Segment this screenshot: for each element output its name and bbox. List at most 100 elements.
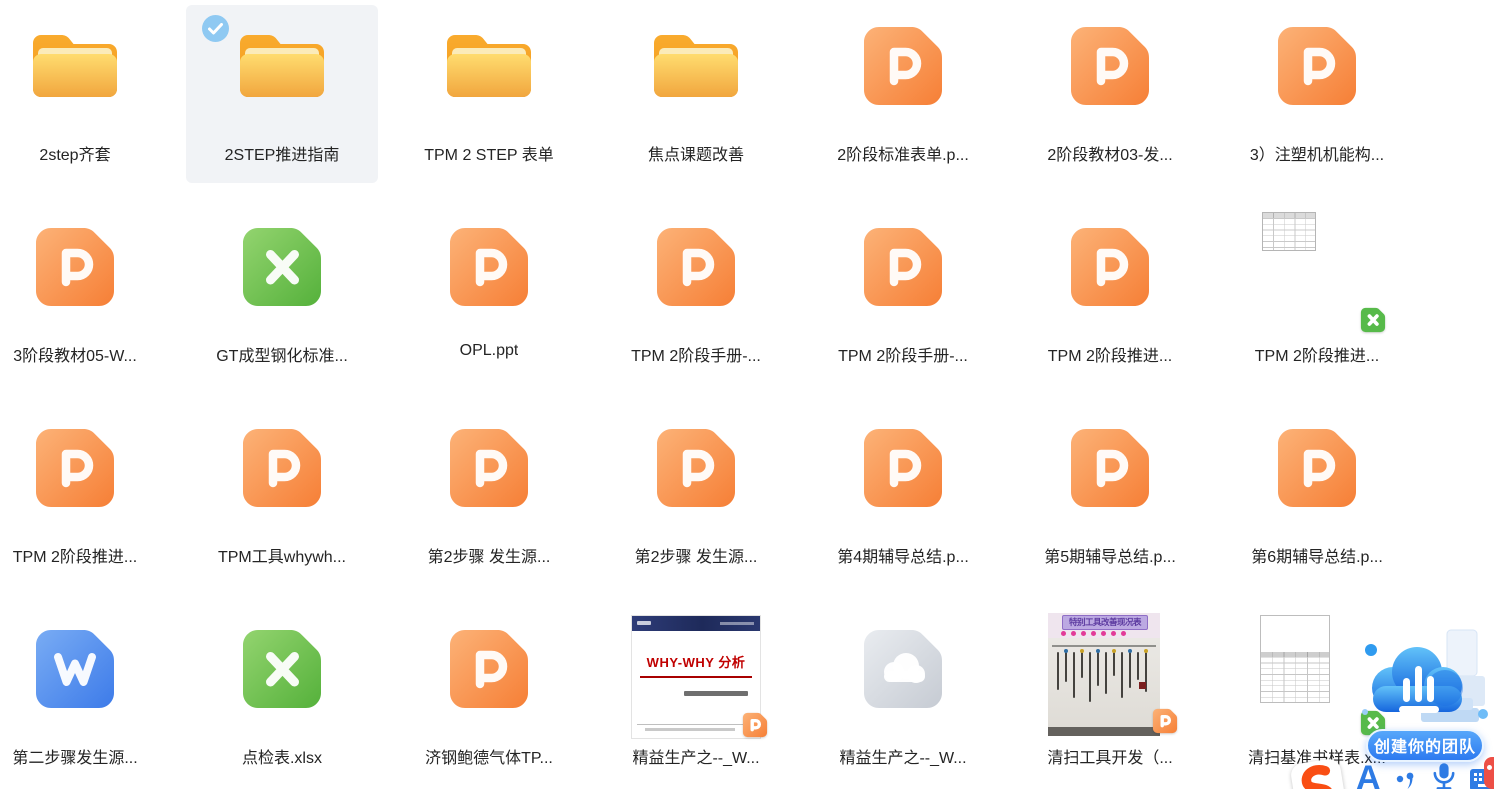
edge-partial-icon[interactable] [1484, 757, 1494, 789]
file-item[interactable]: 2阶段标准表单.p... [807, 5, 999, 183]
slide-header-bar [632, 616, 760, 631]
file-name: 2STEP推进指南 [225, 141, 340, 165]
create-team-promo: 创建你的团队 [1359, 628, 1491, 762]
file-icon-area [393, 5, 585, 131]
file-name: TPM 2阶段手册-... [631, 342, 761, 366]
file-item[interactable]: TPM 2阶段推进... [1221, 206, 1413, 384]
file-item[interactable]: TPM 2阶段推进... [0, 407, 171, 585]
ppt-file-icon [447, 225, 531, 314]
file-icon-area [1014, 5, 1206, 131]
file-item[interactable]: 3）注塑机机能构... [1221, 5, 1413, 183]
excel-file-icon [240, 225, 324, 314]
ppt-file-icon [1275, 426, 1359, 515]
file-name: OPL.ppt [460, 342, 519, 360]
file-item[interactable]: 3阶段教材05-W... [0, 206, 171, 384]
cloud-placeholder-icon [861, 627, 945, 716]
file-item[interactable]: GT成型钢化标准... [186, 206, 378, 384]
file-icon-area [186, 608, 378, 734]
file-icon-area [1221, 407, 1413, 533]
file-name: 第4期辅导总结.p... [837, 543, 969, 567]
file-icon-area: WHY-WHY 分析 [600, 608, 792, 734]
excel-badge-icon [1360, 307, 1386, 333]
microphone-icon[interactable] [1431, 761, 1457, 789]
file-item[interactable]: 第2步骤 发生源... [600, 407, 792, 585]
file-name: 清扫工具开发（... [1047, 744, 1172, 768]
file-item[interactable]: 第5期辅导总结.p... [1014, 407, 1206, 585]
file-name: TPM 2阶段推进... [1255, 342, 1379, 366]
file-name: GT成型钢化标准... [216, 342, 348, 366]
file-icon-area [807, 5, 999, 131]
excel-file-icon [240, 627, 324, 716]
file-name: 焦点课题改善 [648, 141, 744, 165]
file-icon-area [1221, 206, 1413, 332]
file-name: TPM 2阶段推进... [13, 543, 137, 567]
ppt-file-icon [1068, 225, 1152, 314]
file-icon-area [807, 206, 999, 332]
file-icon-area [807, 608, 999, 734]
folder-item[interactable]: 焦点课题改善 [600, 5, 792, 183]
folder-item[interactable]: TPM 2 STEP 表单 [393, 5, 585, 183]
cloud-chart-illustration-icon [1359, 628, 1491, 732]
ppt-file-icon [861, 426, 945, 515]
file-item[interactable]: TPM 2阶段手册-... [600, 206, 792, 384]
file-name: 第2步骤 发生源... [428, 543, 551, 567]
ppt-file-icon [1275, 24, 1359, 113]
folder-icon [235, 27, 329, 110]
photo-thumbnail: 特别工具改善现况表 [1048, 613, 1160, 736]
create-team-button[interactable]: 创建你的团队 [1366, 729, 1484, 762]
file-icon-area [807, 407, 999, 533]
file-name: 2阶段教材03-发... [1047, 141, 1172, 165]
file-icon-area [600, 206, 792, 332]
folder-item[interactable]: 2STEP推进指南 [186, 5, 378, 183]
file-icon-area [0, 608, 171, 734]
spreadsheet-thumbnail [1260, 615, 1330, 703]
ppt-slide-thumbnail: WHY-WHY 分析 [632, 616, 760, 738]
folder-item[interactable]: 2step齐套 [0, 5, 171, 183]
file-name: TPM 2阶段推进... [1048, 342, 1172, 366]
file-name: TPM 2 STEP 表单 [424, 141, 554, 165]
ppt-badge-icon [742, 712, 768, 738]
file-name: 精益生产之--_W... [632, 744, 759, 768]
taskbar: A [1293, 761, 1494, 789]
file-item[interactable]: 2阶段教材03-发... [1014, 5, 1206, 183]
punctuation-icon[interactable] [1394, 767, 1418, 789]
file-icon-area [0, 5, 171, 131]
file-item[interactable]: 第二步骤发生源... [0, 608, 171, 786]
file-item[interactable]: 精益生产之--_W... [807, 608, 999, 786]
ppt-file-icon [33, 225, 117, 314]
file-item[interactable]: OPL.ppt [393, 206, 585, 384]
file-item[interactable]: 点检表.xlsx [186, 608, 378, 786]
file-item[interactable]: 济钢鲍德气体TP... [393, 608, 585, 786]
ppt-file-icon [447, 426, 531, 515]
file-name: 第6期辅导总结.p... [1251, 543, 1383, 567]
file-name: 济钢鲍德气体TP... [425, 744, 553, 768]
file-icon-area: 特别工具改善现况表 [1014, 608, 1206, 734]
file-name: TPM工具whywh... [218, 543, 346, 567]
file-name: 第2步骤 发生源... [635, 543, 758, 567]
file-icon-area [0, 407, 171, 533]
selected-check-icon[interactable] [202, 15, 229, 42]
font-style-icon[interactable]: A [1356, 761, 1381, 789]
file-item[interactable]: TPM 2阶段推进... [1014, 206, 1206, 384]
sogou-input-icon[interactable] [1289, 757, 1346, 789]
file-item[interactable]: 第2步骤 发生源... [393, 407, 585, 585]
ppt-file-icon [861, 225, 945, 314]
file-item[interactable]: 特别工具改善现况表清扫工具开发（... [1014, 608, 1206, 786]
ppt-file-icon [33, 426, 117, 515]
file-name: 第二步骤发生源... [12, 744, 137, 768]
file-name: 3）注塑机机能构... [1250, 141, 1384, 165]
file-grid: 2step齐套 2STEP推进指南 TPM 2 STEP 表单 焦点课题改善 2阶段标准… [0, 5, 1413, 786]
file-item[interactable]: TPM 2阶段手册-... [807, 206, 999, 384]
file-item[interactable]: 第4期辅导总结.p... [807, 407, 999, 585]
spreadsheet-thumbnail [1262, 212, 1316, 251]
file-icon-area [393, 608, 585, 734]
file-item[interactable]: 第6期辅导总结.p... [1221, 407, 1413, 585]
ppt-file-icon [447, 627, 531, 716]
file-item[interactable]: WHY-WHY 分析精益生产之--_W... [600, 608, 792, 786]
folder-icon [649, 27, 743, 110]
folder-icon [442, 27, 536, 110]
file-item[interactable]: TPM工具whywh... [186, 407, 378, 585]
file-name: TPM 2阶段手册-... [838, 342, 968, 366]
file-icon-area [1221, 5, 1413, 131]
photo-banner-text: 特别工具改善现况表 [1062, 615, 1148, 630]
